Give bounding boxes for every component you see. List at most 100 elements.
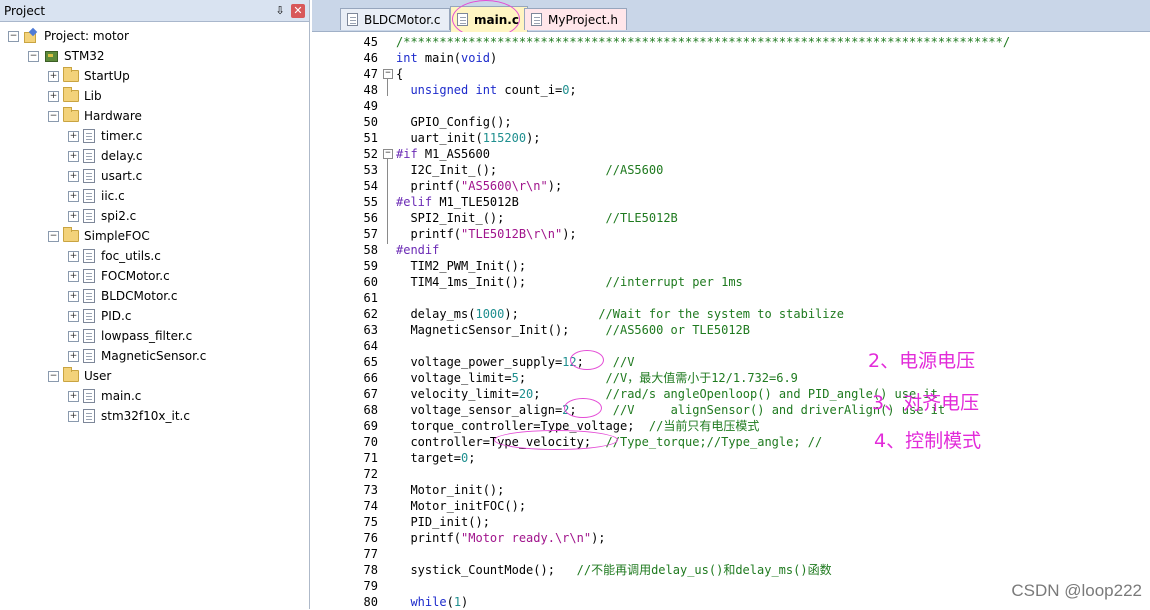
- line-number: 58: [363, 243, 378, 257]
- collapse-icon[interactable]: −: [48, 230, 59, 242]
- collapse-icon[interactable]: −: [28, 50, 39, 62]
- expand-icon[interactable]: +: [68, 390, 79, 402]
- tree-item[interactable]: − Hardware: [48, 106, 142, 126]
- line-number: 47: [363, 67, 378, 81]
- tree-item[interactable]: + main.c: [68, 386, 141, 406]
- code-text: systick_CountMode(); //不能再调用delay_us()和d…: [396, 562, 832, 578]
- code-token: ): [461, 595, 469, 609]
- tree-item[interactable]: + lowpass_filter.c: [68, 326, 192, 346]
- file-icon: [83, 209, 95, 223]
- collapse-icon[interactable]: −: [48, 370, 59, 382]
- tree-item-label: Project: motor: [44, 29, 129, 43]
- tree-item[interactable]: + foc_utils.c: [68, 246, 161, 266]
- code-token: printf(: [396, 179, 462, 193]
- code-token: #endif: [396, 243, 440, 257]
- code-editor[interactable]: 45 /*************************************…: [312, 32, 1150, 609]
- file-icon: [347, 13, 358, 26]
- code-token: 5: [511, 371, 519, 385]
- expand-icon[interactable]: +: [68, 350, 79, 362]
- tree-item[interactable]: + BLDCMotor.c: [68, 286, 178, 306]
- code-line: 54 printf("AS5600\r\n");: [312, 178, 1150, 194]
- expand-icon[interactable]: +: [68, 290, 79, 302]
- tree-item-label: User: [84, 369, 112, 383]
- tree-item-label: Lib: [84, 89, 102, 103]
- tree-item[interactable]: + iic.c: [68, 186, 125, 206]
- expand-icon[interactable]: +: [68, 330, 79, 342]
- expand-icon[interactable]: +: [68, 250, 79, 262]
- code-token: count_i=: [497, 83, 563, 97]
- collapse-icon[interactable]: −: [8, 30, 19, 42]
- code-token: M1_TLE5012B: [432, 195, 519, 209]
- collapse-icon[interactable]: −: [48, 110, 59, 122]
- line-number: 72: [363, 467, 378, 481]
- editor: BLDCMotor.c main.c MyProject.h 45 /******…: [312, 0, 1150, 609]
- code-line: 60 TIM4_1ms_Init(); //interrupt per 1ms: [312, 274, 1150, 290]
- tree-item[interactable]: + FOCMotor.c: [68, 266, 170, 286]
- expand-icon[interactable]: +: [68, 170, 79, 182]
- annotation-align-voltage: 3、对齐电压: [872, 392, 980, 414]
- code-line: 53 I2C_Init_(); //AS5600: [312, 162, 1150, 178]
- tree-item[interactable]: + delay.c: [68, 146, 143, 166]
- tree-item[interactable]: + Lib: [48, 86, 102, 106]
- code-line: 73 Motor_init();: [312, 482, 1150, 498]
- tab-myproject-h[interactable]: MyProject.h: [524, 8, 627, 30]
- tree-item[interactable]: + timer.c: [68, 126, 142, 146]
- expand-icon[interactable]: +: [68, 310, 79, 322]
- code-token: ;: [533, 387, 606, 401]
- code-text: TIM2_PWM_Init();: [396, 258, 526, 274]
- line-number: 73: [363, 483, 378, 497]
- code-token: unsigned int: [410, 83, 498, 97]
- expand-icon[interactable]: +: [68, 190, 79, 202]
- code-line: 76 printf("Motor ready.\r\n");: [312, 530, 1150, 546]
- code-token: #if: [396, 147, 418, 161]
- expand-icon[interactable]: +: [68, 210, 79, 222]
- close-icon[interactable]: ✕: [291, 3, 305, 18]
- expand-icon[interactable]: +: [68, 150, 79, 162]
- tree-item[interactable]: + stm32f10x_it.c: [68, 406, 190, 426]
- file-icon: [83, 349, 95, 363]
- fold-toggle-icon[interactable]: −: [383, 149, 393, 159]
- tree-item[interactable]: − Project: motor: [8, 26, 129, 46]
- code-text: Motor_init();: [396, 482, 504, 498]
- code-line: 71 target=0;: [312, 450, 1150, 466]
- tree-item-label: lowpass_filter.c: [101, 329, 193, 343]
- code-line: 47−{: [312, 66, 1150, 82]
- code-line: 64: [312, 338, 1150, 354]
- tree-item-label: SimpleFOC: [84, 229, 150, 243]
- code-token: //不能再调用delay_us()和delay_ms()函数: [576, 563, 832, 577]
- tree-item[interactable]: + spi2.c: [68, 206, 136, 226]
- expand-icon[interactable]: +: [68, 410, 79, 422]
- code-token: int: [396, 51, 418, 65]
- code-text: MagneticSensor_Init(); //AS5600 or TLE50…: [396, 322, 750, 338]
- tree-item[interactable]: + PID.c: [68, 306, 131, 326]
- tab-bldcmotor-c[interactable]: BLDCMotor.c: [340, 8, 450, 30]
- tree-item[interactable]: − User: [48, 366, 111, 386]
- expand-icon[interactable]: +: [68, 270, 79, 282]
- expand-icon[interactable]: +: [68, 130, 79, 142]
- code-token: void: [461, 51, 490, 65]
- line-number: 76: [363, 531, 378, 545]
- tree-item-label: MagneticSensor.c: [101, 349, 207, 363]
- tree-item-label: iic.c: [101, 189, 125, 203]
- pin-icon[interactable]: ⇩: [273, 4, 287, 18]
- tree-item[interactable]: + MagneticSensor.c: [68, 346, 206, 366]
- code-token: "AS5600\r\n": [461, 179, 548, 193]
- code-line: 67 velocity_limit=20; //rad/s angleOpenl…: [312, 386, 1150, 402]
- line-number: 67: [363, 387, 378, 401]
- file-icon: [83, 129, 95, 143]
- line-number: 66: [363, 371, 378, 385]
- tree-item[interactable]: − STM32: [28, 46, 105, 66]
- code-line: 61: [312, 290, 1150, 306]
- line-number: 71: [363, 451, 378, 465]
- tree-item[interactable]: + StartUp: [48, 66, 130, 86]
- code-token: printf(: [396, 531, 462, 545]
- line-number: 69: [363, 419, 378, 433]
- line-number: 51: [363, 131, 378, 145]
- fold-toggle-icon[interactable]: −: [383, 69, 393, 79]
- tree-item-label: StartUp: [84, 69, 130, 83]
- expand-icon[interactable]: +: [48, 70, 59, 82]
- tree-item[interactable]: + usart.c: [68, 166, 142, 186]
- expand-icon[interactable]: +: [48, 90, 59, 102]
- tree-item[interactable]: − SimpleFOC: [48, 226, 150, 246]
- code-token: ;: [569, 83, 577, 97]
